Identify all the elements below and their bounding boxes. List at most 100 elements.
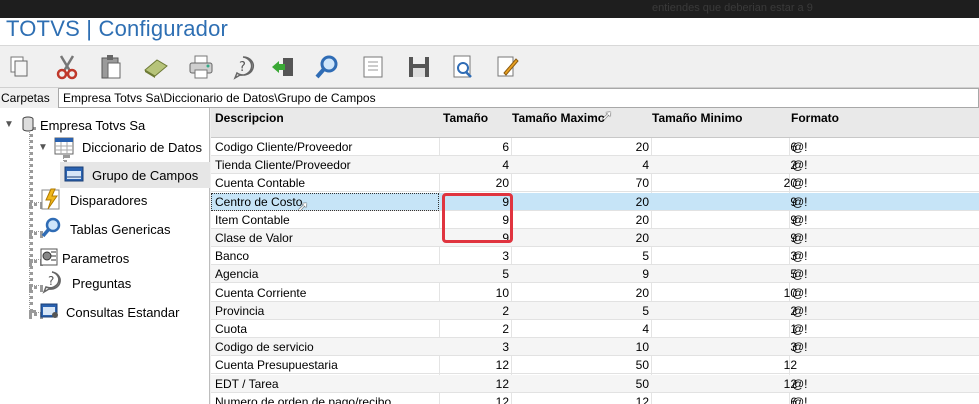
mouse-cursor-icon: ➚	[601, 107, 613, 123]
cell-descripcion: Agencia	[215, 267, 259, 282]
cell-tamano: 5	[502, 267, 509, 282]
cell-formato: @!	[792, 212, 808, 227]
cell-formato: @!	[792, 303, 808, 318]
exit-icon[interactable]	[266, 51, 300, 83]
cell-formato: @!	[792, 231, 808, 245]
list-icon[interactable]	[356, 51, 390, 83]
tree-item-label: Empresa Totvs Sa	[40, 117, 146, 133]
cell-formato: @!	[792, 285, 808, 300]
collapse-arrow-icon[interactable]: ▼	[4, 119, 14, 130]
table-row[interactable]: Provincia 2 5 2 @!	[211, 301, 979, 320]
collapse-arrow-icon[interactable]: ▼	[38, 142, 48, 153]
table-row[interactable]: Agencia 5 9 5 @!	[211, 265, 979, 284]
cell-tamano-maximo: 20	[635, 231, 649, 245]
cell-descripcion: Banco	[215, 249, 250, 264]
table-row[interactable]: Item Contable 9 20 9 @!	[211, 211, 979, 229]
cell-tamano-maximo: 70	[635, 176, 649, 191]
eraser-icon[interactable]	[139, 51, 173, 83]
fields-grid: Descripcion Tamaño Tamaño Maximo Tamaño …	[211, 108, 979, 404]
focus-outline	[211, 192, 439, 211]
table-row[interactable]: Codigo Cliente/Proveedor 6 20 6 @!	[211, 138, 979, 156]
column-header-tamano[interactable]: Tamaño	[443, 111, 488, 125]
cell-tamano-minimo: 20	[783, 176, 797, 191]
tree-item-preguntas[interactable]: ? Preguntas	[40, 270, 131, 294]
cell-tamano-maximo: 50	[635, 376, 649, 391]
table-row[interactable]: Cuenta Corriente 10 20 10 @!	[211, 284, 979, 302]
column-header-tamano-minimo[interactable]: Tamaño Minimo	[652, 111, 742, 125]
cell-formato: @!	[792, 340, 808, 355]
tree-item-empresa[interactable]: Empresa Totvs Sa	[22, 115, 145, 135]
toolbar: ?	[0, 45, 979, 88]
tree-item-parametros[interactable]: Parametros	[40, 248, 129, 268]
cell-tamano: 12	[495, 394, 509, 404]
cell-tamano-minimo: 12	[783, 376, 797, 391]
search-icon[interactable]	[310, 51, 344, 83]
cell-formato: @!	[792, 194, 808, 209]
table-row[interactable]: Clase de Valor 9 20 9 @!	[211, 229, 979, 247]
cell-formato: @!	[792, 394, 808, 404]
cell-tamano-minimo: 9	[790, 212, 797, 227]
cell-formato: @!	[792, 158, 808, 173]
cell-tamano-maximo: 5	[642, 249, 649, 264]
cell-tamano: 3	[502, 340, 509, 355]
cell-tamano-maximo: 20	[635, 140, 649, 154]
svg-text:?: ?	[239, 60, 246, 75]
cell-descripcion: EDT / Tarea	[215, 376, 279, 391]
cell-tamano-maximo: 12	[635, 394, 649, 404]
tree-item-consultas-estandar[interactable]: Consultas Estandar	[40, 302, 179, 322]
table-row[interactable]: Cuenta Presupuestaria 12 50 12	[211, 356, 979, 375]
save-icon[interactable]	[402, 51, 436, 83]
column-header-tamano-maximo[interactable]: Tamaño Maximo	[512, 111, 605, 125]
table-row[interactable]: Numero de orden de pago/recibo 12 12 6 @!	[211, 393, 979, 404]
column-header-descripcion[interactable]: Descripcion	[215, 111, 284, 125]
cell-tamano: 10	[495, 285, 509, 300]
cell-tamano-minimo: 6	[790, 394, 797, 404]
cell-tamano: 4	[502, 158, 509, 173]
tree-item-label: Consultas Estandar	[66, 304, 180, 320]
folder-tree: ▼ Empresa Totvs Sa ▼ Diccionario de Dato…	[0, 108, 210, 404]
cell-formato: @!	[792, 140, 808, 154]
table-row[interactable]: Cuenta Contable 20 70 20 @!	[211, 174, 979, 193]
column-header-formato[interactable]: Formato	[791, 111, 839, 125]
cell-descripcion: Codigo de servicio	[215, 340, 314, 355]
database-icon	[22, 116, 34, 135]
cell-formato: @!	[792, 322, 808, 336]
preview-icon[interactable]	[446, 51, 480, 83]
tree-item-grupo-de-campos[interactable]: Grupo de Campos	[60, 162, 210, 188]
tree-item-label: Diccionario de Datos	[82, 139, 202, 155]
tree-item-tablas-genericas[interactable]: Tablas Genericas	[40, 217, 171, 239]
paste-icon[interactable]	[94, 51, 128, 83]
copy-icon[interactable]	[2, 51, 36, 83]
tree-item-label: Tablas Genericas	[70, 221, 171, 237]
mouse-cursor-icon: ➚	[297, 198, 309, 214]
table-row[interactable]: Banco 3 5 3 @!	[211, 247, 979, 266]
cell-tamano: 3	[502, 249, 509, 264]
cell-descripcion: Item Contable	[215, 212, 290, 227]
cell-tamano-minimo: 9	[790, 194, 797, 209]
table-row[interactable]: Cuota 2 4 1 @!	[211, 320, 979, 338]
table-row[interactable]: EDT / Tarea 12 50 12 @!	[211, 374, 979, 393]
cell-tamano-minimo: 6	[790, 140, 797, 154]
cell-tamano: 2	[502, 322, 509, 336]
tree-item-diccionario[interactable]: Diccionario de Datos	[54, 137, 202, 157]
table-row[interactable]: Centro de Costo 9 20 9 @!	[211, 192, 979, 211]
help-icon[interactable]: ?	[226, 51, 260, 83]
cell-tamano-maximo: 20	[635, 194, 649, 209]
cell-descripcion: Tienda Cliente/Proveedor	[215, 158, 351, 173]
print-icon[interactable]	[184, 51, 218, 83]
edit-icon[interactable]	[490, 51, 524, 83]
cell-tamano-minimo: 10	[783, 285, 797, 300]
tree-item-disparadores[interactable]: Disparadores	[40, 188, 147, 210]
cell-tamano-maximo: 20	[635, 212, 649, 227]
cell-tamano-minimo: 2	[790, 158, 797, 173]
cell-tamano-minimo: 12	[783, 358, 797, 373]
help-icon: ?	[40, 270, 64, 297]
cell-tamano-maximo: 4	[642, 322, 649, 336]
table-row[interactable]: Codigo de servicio 3 10 3 @!	[211, 338, 979, 357]
table-row[interactable]: Tienda Cliente/Proveedor 4 4 2 @!	[211, 156, 979, 175]
cell-tamano-minimo: 9	[790, 231, 797, 245]
folder-path-field[interactable]: Empresa Totvs Sa\Diccionario de Datos\Gr…	[58, 88, 979, 108]
cut-icon[interactable]	[50, 51, 84, 83]
cell-descripcion: Provincia	[215, 303, 265, 318]
table-icon	[54, 137, 74, 158]
